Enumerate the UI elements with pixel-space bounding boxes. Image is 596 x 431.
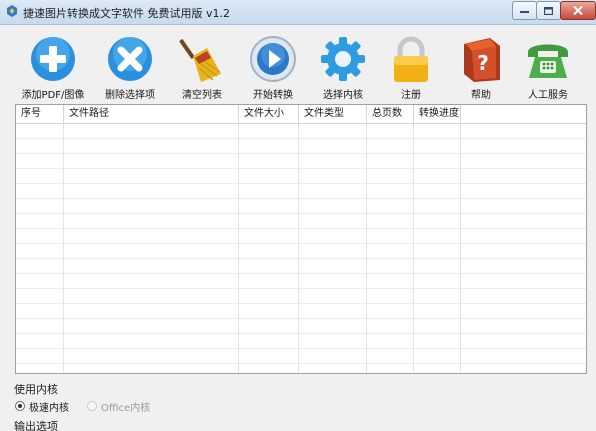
svg-text:?: ?	[477, 51, 489, 75]
delete-selected-label: 删除选择项	[105, 90, 155, 101]
column-divider	[366, 124, 367, 373]
output-group-title: 输出选项	[14, 420, 58, 431]
help-label: 帮助	[471, 90, 491, 101]
help-book-icon: ?	[464, 38, 500, 82]
title-bar[interactable]: 捷速图片转换成文字软件 免费试用版 v1.2	[0, 0, 596, 25]
delete-x-icon	[108, 37, 152, 81]
start-convert-button[interactable]: 开始转换	[245, 30, 301, 101]
column-divider	[63, 124, 64, 373]
column-divider	[460, 124, 461, 373]
table-body[interactable]	[16, 124, 586, 373]
engine-group-title: 使用内核	[14, 383, 58, 396]
gear-icon	[321, 37, 365, 81]
maximize-button[interactable]	[536, 1, 561, 20]
app-logo-icon	[7, 5, 17, 17]
delete-selected-button[interactable]: 删除选择项	[97, 30, 163, 101]
register-label: 注册	[401, 90, 421, 101]
play-icon	[250, 36, 296, 82]
column-header-index[interactable]: 序号	[16, 105, 64, 123]
engine-option-fast[interactable]: 极速内核	[15, 399, 69, 414]
close-button[interactable]	[560, 1, 596, 20]
broom-icon	[179, 39, 221, 82]
minimize-button[interactable]	[512, 1, 537, 20]
office-engine-label: Office内核	[101, 402, 151, 414]
window-title: 捷速图片转换成文字软件 免费试用版 v1.2	[23, 7, 230, 20]
clear-list-label: 清空列表	[182, 90, 222, 101]
toolbar: 添加PDF/图像 删除选择项 清空列表 开始转换 选择内核 注册 ? 帮助 人工…	[0, 26, 596, 102]
clear-list-button[interactable]: 清空列表	[174, 30, 230, 101]
column-header-progress[interactable]: 转换进度	[414, 105, 461, 123]
column-header-type[interactable]: 文件类型	[299, 105, 367, 123]
human-service-button[interactable]: 人工服务	[517, 30, 579, 101]
close-icon	[573, 6, 583, 15]
lock-icon	[394, 36, 428, 82]
add-plus-icon	[31, 37, 75, 81]
column-divider	[298, 124, 299, 373]
radio-fast-engine[interactable]	[15, 401, 25, 411]
column-divider	[413, 124, 414, 373]
start-convert-label: 开始转换	[253, 90, 293, 101]
telephone-icon	[528, 44, 568, 78]
main-window: 捷速图片转换成文字软件 免费试用版 v1.2 添加PDF/图像 删除选择项 清空…	[0, 0, 596, 431]
help-button[interactable]: ? 帮助	[456, 30, 506, 101]
select-engine-button[interactable]: 选择内核	[315, 30, 371, 101]
column-header-size[interactable]: 文件大小	[239, 105, 299, 123]
radio-office-engine	[87, 401, 97, 411]
engine-option-office: Office内核	[87, 399, 151, 414]
add-pdf-image-button[interactable]: 添加PDF/图像	[18, 30, 88, 101]
fast-engine-label[interactable]: 极速内核	[29, 399, 69, 414]
human-service-label: 人工服务	[528, 90, 568, 101]
select-engine-label: 选择内核	[323, 90, 363, 101]
column-divider	[238, 124, 239, 373]
minimize-icon	[520, 11, 529, 13]
file-list-table[interactable]: 序号 文件路径 文件大小 文件类型 总页数 转换进度	[15, 104, 587, 374]
table-header: 序号 文件路径 文件大小 文件类型 总页数 转换进度	[16, 105, 586, 124]
add-pdf-image-label: 添加PDF/图像	[21, 90, 85, 101]
column-header-path[interactable]: 文件路径	[64, 105, 239, 123]
maximize-icon	[544, 6, 553, 15]
column-header-pages[interactable]: 总页数	[367, 105, 414, 123]
register-button[interactable]: 注册	[386, 30, 436, 101]
